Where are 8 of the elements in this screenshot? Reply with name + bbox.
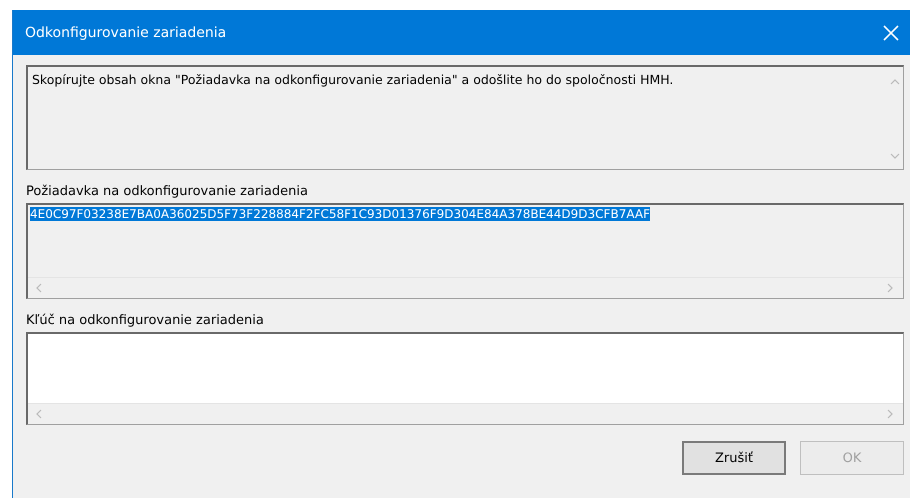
- instruction-text: Skopírujte obsah okna "Požiadavka na odkonfigurovanie zariadenia" a odošlite ho do spoločnosti HMH.: [31, 71, 674, 89]
- request-code: 4E0C97F03238E7BA0A36025D5F73F228884F2FC58F1C93D01376F9D304E84A378BE44D9D3CFB7AAF: [30, 207, 650, 221]
- key-label: Kľúč na odkonfigurovanie zariadenia: [26, 313, 265, 328]
- request-field[interactable]: 4E0C97F03238E7BA0A36025D5F73F228884F2FC58F1C93D01376F9D304E84A378BE44D9D3CFB7AAF: [26, 203, 904, 299]
- key-field[interactable]: [26, 332, 904, 425]
- window-title: Odkonfigurovanie zariadenia: [25, 24, 226, 40]
- cancel-button[interactable]: Zrušiť: [682, 441, 786, 475]
- request-label: Požiadavka na odkonfigurovanie zariadenia: [26, 184, 309, 199]
